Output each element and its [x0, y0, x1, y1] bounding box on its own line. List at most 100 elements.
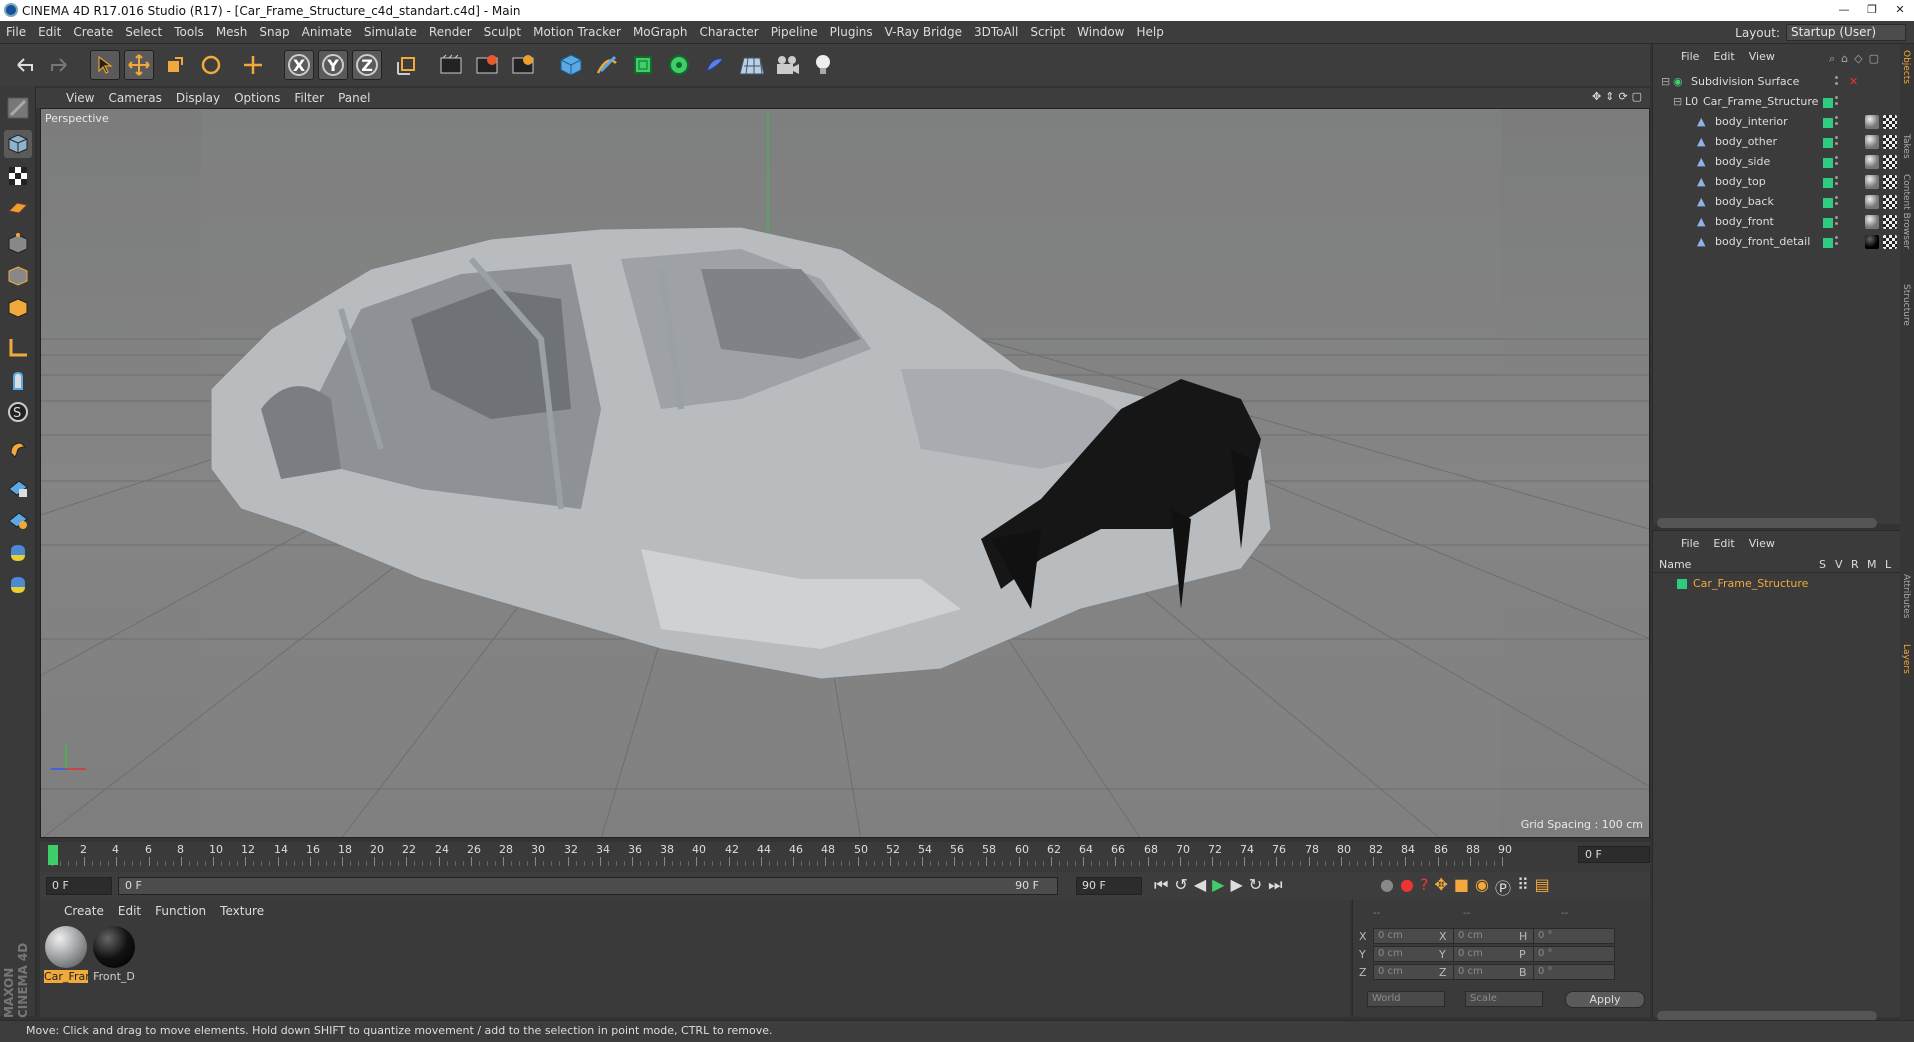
viewport-menu-display[interactable]: Display	[176, 91, 220, 105]
scale-key-icon[interactable]: ■	[1454, 875, 1469, 899]
layer-color-swatch[interactable]	[1823, 198, 1833, 208]
floor-scene-icon[interactable]	[736, 50, 766, 80]
move-tool-icon[interactable]	[124, 50, 154, 80]
close-button[interactable]: ✕	[1886, 0, 1914, 20]
tab-objects[interactable]: Objects	[1901, 50, 1911, 84]
viewport-menu-options[interactable]: Options	[234, 91, 280, 105]
menu-select[interactable]: Select	[119, 25, 168, 39]
timeline-window-icon[interactable]: ▤	[1535, 875, 1550, 899]
polygons-mode-icon[interactable]	[4, 294, 32, 322]
layers-menu-view[interactable]: View	[1749, 537, 1775, 555]
play-forward-icon[interactable]: ▶	[1212, 875, 1224, 895]
expand-icon[interactable]: ⊟	[1661, 72, 1670, 92]
viewport-perspective[interactable]: Perspective Grid Spacing : 100 cm	[40, 108, 1650, 838]
material-tag-icon[interactable]	[1865, 235, 1879, 249]
new-window-icon[interactable]: ▢	[1869, 52, 1879, 66]
maximize-button[interactable]: ❐	[1858, 0, 1886, 20]
pan-view-icon[interactable]: ✥	[1592, 90, 1601, 103]
menu-3dtoall[interactable]: 3DToAll	[968, 25, 1024, 39]
snapping-icon[interactable]: S	[4, 398, 32, 426]
filter-icon[interactable]: ◇	[1854, 52, 1862, 66]
disabled-x-icon[interactable]: ✕	[1849, 72, 1858, 92]
visibility-dots-icon[interactable]	[1835, 236, 1838, 239]
scale-tool-icon[interactable]	[160, 50, 190, 80]
rotation-key-icon[interactable]: ◉	[1475, 875, 1489, 899]
menu-help[interactable]: Help	[1130, 25, 1169, 39]
autokey-icon[interactable]: ●	[1400, 875, 1414, 899]
objects-menu-edit[interactable]: Edit	[1713, 50, 1734, 68]
cloner-icon[interactable]	[664, 50, 694, 80]
material-tag-icon[interactable]	[1865, 175, 1879, 189]
coordinate-system-icon[interactable]	[392, 50, 422, 80]
menu-tools[interactable]: Tools	[168, 25, 210, 39]
undo-icon[interactable]	[10, 50, 40, 80]
visibility-dots-icon[interactable]	[1835, 96, 1838, 99]
coordinate-space-dropdown[interactable]: World	[1367, 991, 1445, 1007]
next-frame-icon[interactable]: ▶	[1230, 875, 1242, 895]
axis-mode-icon[interactable]	[4, 334, 32, 362]
visibility-dots-icon[interactable]	[1835, 216, 1838, 219]
maximize-view-icon[interactable]: ▢	[1632, 90, 1642, 103]
minimize-button[interactable]: —	[1830, 0, 1858, 20]
material-tag-icon[interactable]	[1865, 195, 1879, 209]
menu-script[interactable]: Script	[1024, 25, 1071, 39]
material-swatch-front-detail[interactable]: Front_D	[92, 926, 136, 986]
uvw-tag-icon[interactable]	[1883, 135, 1897, 149]
menu-animate[interactable]: Animate	[296, 25, 358, 39]
x-axis-lock-button[interactable]: X	[284, 50, 314, 80]
object-row[interactable]: ▲ body_other	[1653, 132, 1901, 152]
visibility-dots-icon[interactable]	[1835, 156, 1838, 159]
expand-icon[interactable]: ⊟	[1673, 92, 1682, 112]
menu-sculpt[interactable]: Sculpt	[478, 25, 527, 39]
material-swatch-car-frame[interactable]: Car_Frar	[44, 926, 90, 986]
layers-menu-file[interactable]: File	[1681, 537, 1699, 555]
visibility-dots-icon[interactable]	[1835, 196, 1838, 199]
menu-mesh[interactable]: Mesh	[210, 25, 254, 39]
menu-window[interactable]: Window	[1071, 25, 1130, 39]
object-row[interactable]: ⊟ L0 Car_Frame_Structure	[1653, 92, 1901, 112]
menu-v-ray-bridge[interactable]: V-Ray Bridge	[879, 25, 968, 39]
uvw-tag-icon[interactable]	[1883, 155, 1897, 169]
preview-range-slider[interactable]: 0 F 90 F	[118, 877, 1058, 895]
uvw-tag-icon[interactable]	[1883, 215, 1897, 229]
layer-color-swatch[interactable]	[1823, 238, 1833, 248]
object-manager-scrollbar[interactable]	[1657, 518, 1877, 528]
planar-workplane-icon[interactable]	[4, 506, 32, 534]
menu-pipeline[interactable]: Pipeline	[765, 25, 824, 39]
lock-workplane-icon[interactable]	[4, 474, 32, 502]
go-to-start-icon[interactable]: ⏮	[1154, 875, 1168, 895]
rotation-field[interactable]: 0 °	[1533, 928, 1615, 944]
texture-mode-icon[interactable]	[4, 162, 32, 190]
preview-start-field[interactable]: 0 F	[46, 877, 112, 895]
subdivision-surface-icon[interactable]	[628, 50, 658, 80]
material-menu-create[interactable]: Create	[64, 904, 104, 922]
menu-edit[interactable]: Edit	[32, 25, 67, 39]
object-row[interactable]: ▲ body_interior	[1653, 112, 1901, 132]
object-row[interactable]: ⊟ ◉ Subdivision Surface ✕	[1653, 72, 1901, 92]
redo-icon[interactable]	[44, 50, 74, 80]
tab-attributes[interactable]: Attributes	[1901, 574, 1911, 618]
menu-snap[interactable]: Snap	[253, 25, 295, 39]
timeline-playhead[interactable]	[48, 845, 58, 865]
layer-color-swatch[interactable]	[1823, 98, 1833, 108]
edges-mode-icon[interactable]	[4, 262, 32, 290]
rotation-field[interactable]: 0 °	[1533, 964, 1615, 980]
layout-dropdown[interactable]: Startup (User)	[1786, 24, 1906, 41]
menu-simulate[interactable]: Simulate	[358, 25, 423, 39]
visibility-dots-icon[interactable]	[1835, 176, 1838, 179]
material-tag-icon[interactable]	[1865, 215, 1879, 229]
cube-primitive-icon[interactable]	[556, 50, 586, 80]
tab-structure[interactable]: Structure	[1901, 284, 1911, 326]
tab-layers[interactable]: Layers	[1901, 644, 1911, 674]
uvw-tag-icon[interactable]	[1883, 115, 1897, 129]
menu-file[interactable]: File	[0, 25, 32, 39]
material-menu-texture[interactable]: Texture	[220, 904, 264, 922]
preview-end-field[interactable]: 90 F	[1076, 877, 1142, 895]
uvw-tag-icon[interactable]	[1883, 175, 1897, 189]
menu-character[interactable]: Character	[693, 25, 764, 39]
search-icon[interactable]: ⌕	[1829, 52, 1835, 66]
select-cursor-icon[interactable]	[90, 50, 120, 80]
render-settings-icon[interactable]	[508, 50, 538, 80]
camera-icon[interactable]	[772, 50, 802, 80]
viewport-menu-view[interactable]: View	[66, 91, 94, 105]
